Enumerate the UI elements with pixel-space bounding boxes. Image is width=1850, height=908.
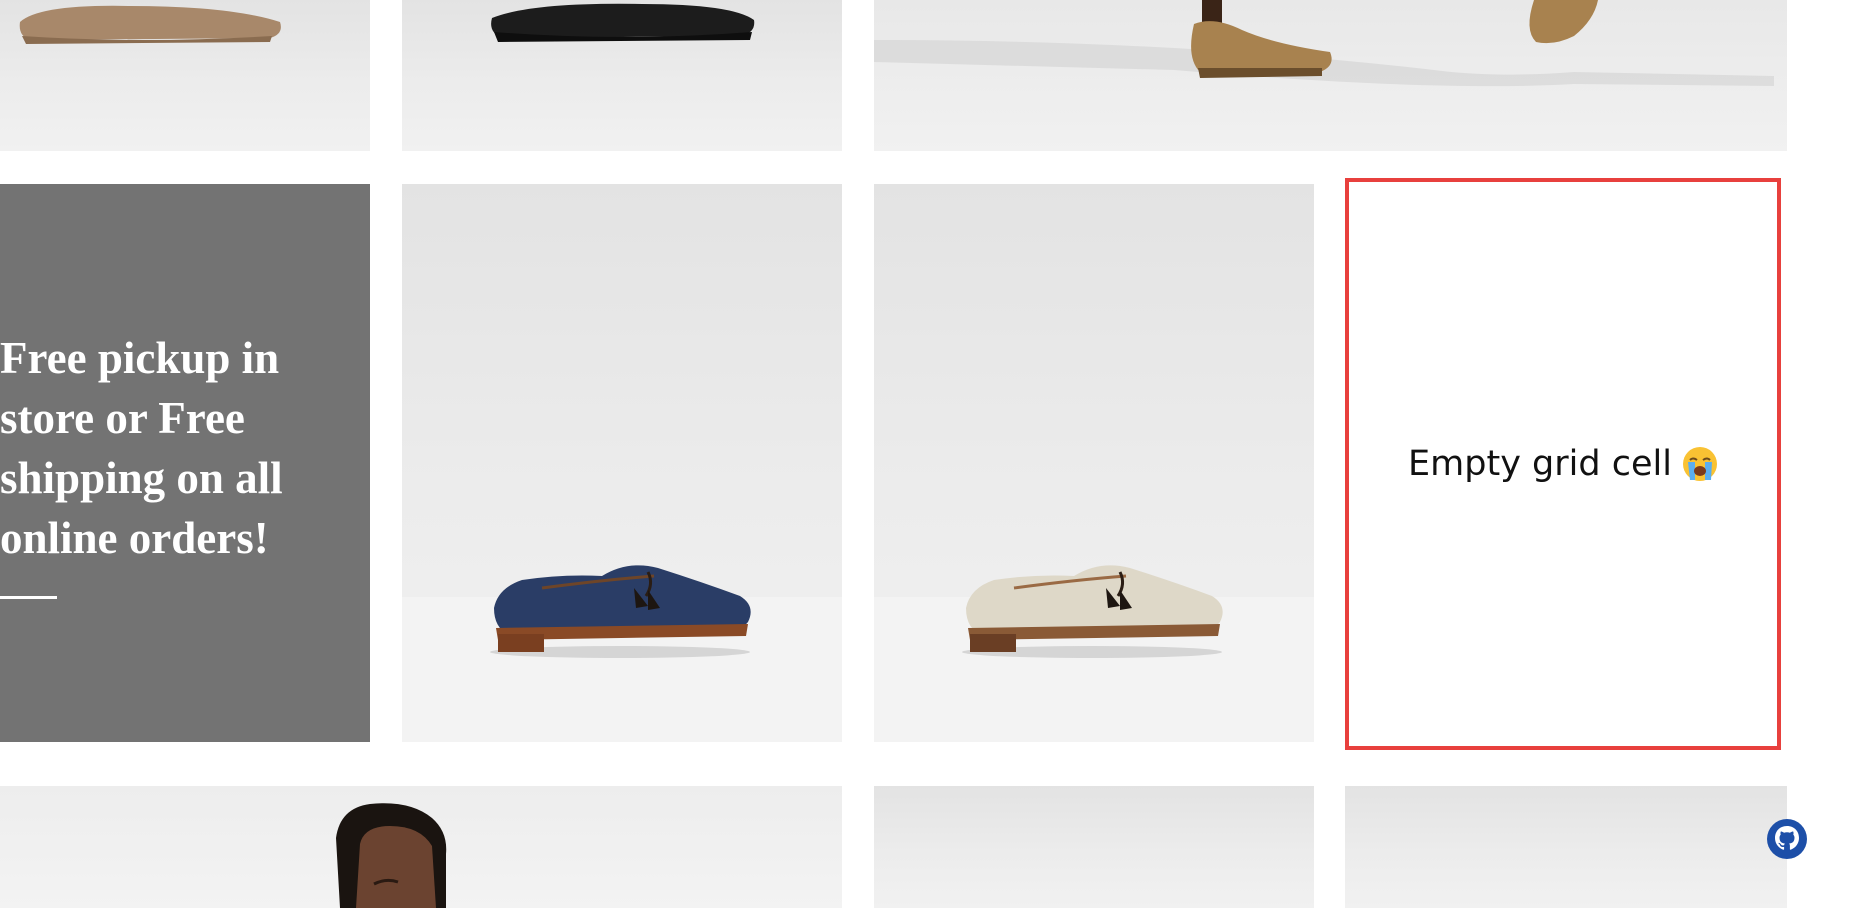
product-tile-navy-tassel-loafer[interactable]: [402, 184, 842, 742]
promo-banner: Free pickup in store or Free shipping on…: [0, 184, 370, 742]
product-tile-tan-slip-on[interactable]: [0, 0, 370, 151]
promo-text: Free pickup in store or Free shipping on…: [0, 333, 283, 563]
product-image-black-driver: [491, 3, 755, 42]
empty-cell-label: Empty grid cell: [1408, 444, 1672, 484]
product-image-row3-col4: [1345, 786, 1787, 908]
product-image-lifestyle-model: [874, 0, 1774, 87]
product-image-navy-tassel-loafer: [490, 565, 751, 658]
product-tile-row3-col3[interactable]: [874, 786, 1314, 908]
empty-cell-message: Empty grid cell: [1408, 444, 1718, 484]
product-image-model-portrait: [336, 803, 447, 908]
product-image-row3-col3: [874, 786, 1314, 908]
promo-divider: [0, 596, 57, 599]
product-image-cream-tassel-loafer: [962, 565, 1223, 658]
loudly-crying-face-icon: [1682, 447, 1717, 481]
product-tile-black-driver[interactable]: [402, 0, 842, 151]
empty-grid-cell: Empty grid cell: [1345, 178, 1781, 750]
product-tile-model-portrait[interactable]: [0, 786, 842, 908]
product-tile-row3-col4[interactable]: [1345, 786, 1787, 908]
product-tile-cream-tassel-loafer[interactable]: [874, 184, 1314, 742]
product-image-tan-slip-on: [19, 5, 281, 44]
github-icon[interactable]: [1766, 818, 1808, 860]
product-tile-lifestyle-model[interactable]: [874, 0, 1787, 151]
